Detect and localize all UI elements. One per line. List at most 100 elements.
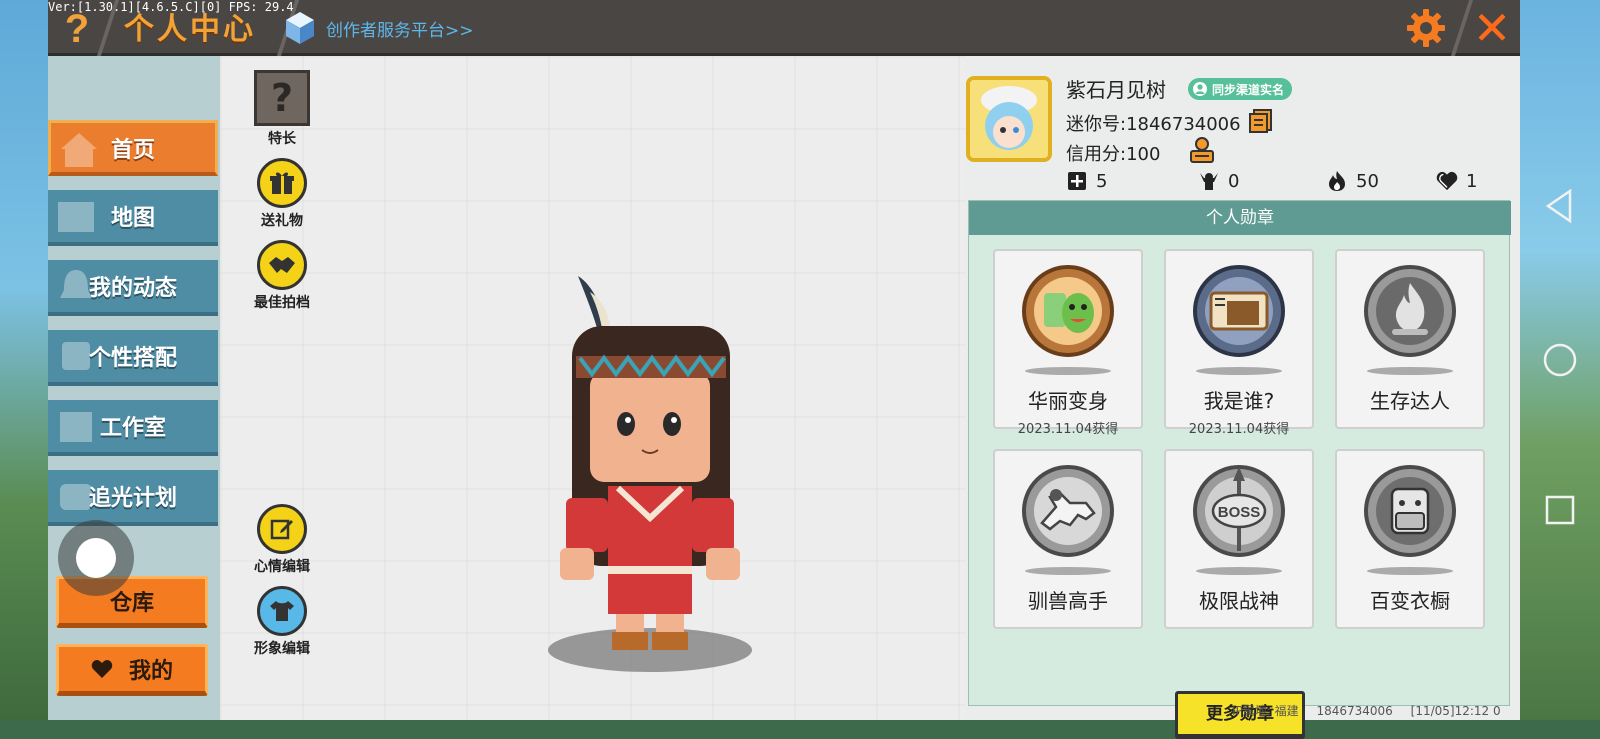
id-card-medal-icon: [1193, 265, 1285, 357]
medal-name: 我是谁?: [1203, 389, 1275, 413]
specialty-label: 特长: [268, 131, 296, 147]
medal-card[interactable]: 百变衣橱: [1335, 449, 1485, 629]
boss-medal-icon: BOSS: [1193, 465, 1285, 557]
medal-card[interactable]: 华丽变身 2023.11.04获得: [993, 249, 1143, 437]
flame-icon: [1329, 171, 1345, 191]
shirt-icon: [257, 586, 307, 636]
appearance-edit-label: 形象编辑: [254, 641, 310, 657]
stat-value: 1: [1466, 170, 1478, 192]
plus-square-icon: [1068, 172, 1086, 190]
medal-card[interactable]: 生存达人: [1335, 249, 1485, 429]
sidebar-item-home[interactable]: 首页: [48, 120, 218, 176]
ip-location: IP属地: 福建: [1232, 704, 1299, 718]
stat-fans[interactable]: 0: [1198, 170, 1239, 192]
specialty-tool[interactable]: ? 特长: [240, 70, 324, 148]
heart-icon: [91, 660, 113, 678]
username: 紫石月见树: [1066, 78, 1166, 102]
horse-medal-icon: [1022, 465, 1114, 557]
medal-panel: 个人勋章 华丽变身 2023.11.04获得 我是谁? 2023.11.04获得…: [968, 200, 1511, 739]
gift-icon: [257, 158, 307, 208]
question-box-icon: ?: [254, 70, 310, 126]
home-circle-icon[interactable]: [1540, 340, 1580, 380]
mini-id: 迷你号:1846734006: [1066, 114, 1241, 135]
creator-platform-label: 创作者服务平台>>: [326, 20, 474, 41]
verify-badge-label: 同步渠道实名: [1212, 82, 1285, 97]
sidebar-item-outfit[interactable]: 个性搭配: [48, 330, 218, 386]
help-icon[interactable]: ?: [56, 8, 98, 50]
medal-card[interactable]: 我是谁? 2023.11.04获得: [1164, 249, 1314, 437]
medal-shadow: [1367, 567, 1453, 575]
stat-likes[interactable]: 1: [1436, 170, 1477, 192]
sidebar-item-label: 工作室: [99, 416, 166, 441]
trophy-person-icon: [1200, 173, 1218, 190]
edit-pencil-icon: [257, 504, 307, 554]
floating-ball-dot: [76, 538, 116, 578]
stat-posts[interactable]: 5: [1066, 170, 1107, 192]
character-stage: ? 特长 送礼物 最佳拍档 心情编辑 形象编辑: [220, 56, 966, 720]
sidebar-item-label: 地图: [110, 206, 155, 231]
credit-person-icon[interactable]: [1188, 136, 1216, 164]
medal-name: 生存达人: [1370, 389, 1450, 413]
medal-panel-title: 个人勋章: [969, 201, 1511, 235]
house-icon: [61, 133, 97, 167]
sidebar-item-studio[interactable]: 工作室: [48, 400, 218, 456]
sidebar-item-label: 个性搭配: [88, 346, 177, 371]
person-verify-icon: [1193, 82, 1207, 96]
close-icon[interactable]: ✕: [1464, 0, 1520, 56]
medal-name: 极限战神: [1199, 589, 1279, 613]
footer-uid: 1846734006: [1316, 704, 1393, 718]
floating-assistive-ball[interactable]: [58, 520, 134, 596]
gear-icon[interactable]: [1404, 6, 1448, 50]
handshake-icon: [257, 240, 307, 290]
copy-icon[interactable]: [1248, 108, 1274, 134]
send-gift-label: 送礼物: [261, 213, 303, 229]
fps-debug-text: Ver:[1.30.1][4.6.5.C][0] FPS: 29.4: [48, 0, 294, 14]
android-nav-bar: [1520, 0, 1600, 720]
mood-edit-label: 心情编辑: [254, 559, 310, 575]
dino-mask-medal-icon: [1022, 265, 1114, 357]
campfire-medal-icon: [1364, 265, 1456, 357]
game-backdrop-left: [0, 0, 48, 720]
medal-shadow: [1196, 367, 1282, 375]
credit-score: 信用分:100: [1066, 144, 1161, 165]
mood-edit-tool[interactable]: 心情编辑: [240, 504, 324, 576]
studio-icon: [60, 412, 92, 442]
medal-shadow: [1025, 367, 1111, 375]
send-gift-tool[interactable]: 送礼物: [240, 158, 324, 230]
stat-value: 0: [1228, 170, 1240, 192]
sidebar-item-map[interactable]: 地图: [48, 190, 218, 246]
recent-apps-icon[interactable]: [1540, 490, 1580, 530]
best-partner-label: 最佳拍档: [254, 295, 310, 311]
stat-value: 50: [1356, 170, 1379, 192]
footer-datetime: [11/05]12:12 0: [1410, 704, 1501, 718]
medal-date: 2023.11.04获得: [1017, 422, 1119, 437]
profile-panel: 紫石月见树 同步渠道实名 迷你号:1846734006 信用分:100 5 0: [966, 56, 1520, 739]
map-icon: [58, 202, 94, 232]
player-character-model: [548, 276, 752, 672]
creator-platform-link[interactable]: 创作者服务平台>>: [284, 10, 474, 46]
sidebar-item-label: 追光计划: [88, 486, 177, 511]
medal-name: 华丽变身: [1028, 389, 1108, 413]
medal-card[interactable]: 驯兽高手: [993, 449, 1143, 629]
mine-button-label: 我的: [128, 659, 173, 684]
best-partner-tool[interactable]: 最佳拍档: [240, 240, 324, 312]
avatar[interactable]: [966, 76, 1052, 162]
medal-card[interactable]: BOSS 极限战神: [1164, 449, 1314, 629]
back-triangle-icon[interactable]: [1540, 186, 1580, 226]
sidebar-item-lightchase[interactable]: 追光计划: [48, 470, 218, 526]
sidebar-item-my-feed[interactable]: 我的动态: [48, 260, 218, 316]
title-bar: ? 个人中心 创作者服务平台>> ✕ Ver:[1.30.1][4.6.5.C]…: [48, 0, 1520, 56]
medal-name: 驯兽高手: [1028, 589, 1108, 613]
mine-button[interactable]: 我的: [56, 644, 208, 696]
medal-shadow: [1367, 367, 1453, 375]
verify-badge[interactable]: 同步渠道实名: [1188, 78, 1293, 100]
cube-icon: [286, 12, 314, 44]
footer-info: IP属地: 福建 1846734006 [11/05]12:12 0: [1232, 702, 1515, 719]
sidebar-item-label: 首页: [110, 137, 155, 163]
personal-center-panel: ? 个人中心 创作者服务平台>> ✕ Ver:[1.30.1][4.6.5.C]…: [48, 0, 1520, 739]
appearance-edit-tool[interactable]: 形象编辑: [240, 586, 324, 658]
stat-popularity[interactable]: 50: [1326, 170, 1379, 192]
heart-icon: [1436, 171, 1458, 191]
user-avatar-image: [970, 80, 1048, 158]
stat-value: 5: [1096, 170, 1108, 192]
